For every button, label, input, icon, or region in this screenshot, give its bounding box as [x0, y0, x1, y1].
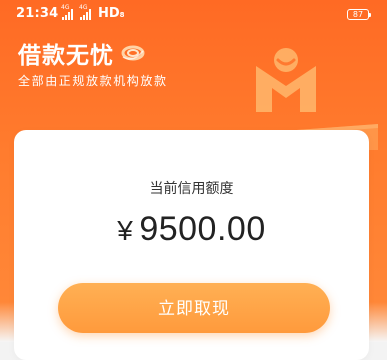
signal-icon-2: 4G	[79, 5, 91, 20]
network-label: HD	[98, 6, 120, 21]
credit-amount: ¥9500.00	[14, 210, 369, 249]
swirl-icon	[121, 45, 145, 61]
status-bar: 21:34 4G 4G HD8 87	[0, 0, 387, 28]
signal-icon: 4G	[61, 5, 73, 20]
hero-title: 借款无忧	[18, 43, 114, 69]
network-sub: 8	[119, 11, 125, 19]
withdraw-button[interactable]: 立即取现	[58, 283, 330, 333]
signal-tag-2: 4G	[79, 4, 88, 11]
credit-amount-value: 9500.00	[139, 210, 266, 248]
status-time: 21:34	[16, 6, 59, 21]
signal-tag: 4G	[61, 4, 70, 11]
credit-limit-label: 当前信用额度	[149, 181, 234, 197]
battery-icon: 87	[347, 9, 371, 20]
network-type: HD8	[98, 6, 125, 21]
hero-title-row: 借款无忧	[18, 36, 146, 70]
currency-symbol: ¥	[117, 215, 134, 246]
credit-card: 当前信用额度 ¥9500.00 立即取现	[14, 130, 369, 360]
brand-logo-icon	[256, 48, 316, 112]
hero-subtitle: 全部由正规放款机构放款	[18, 74, 168, 88]
